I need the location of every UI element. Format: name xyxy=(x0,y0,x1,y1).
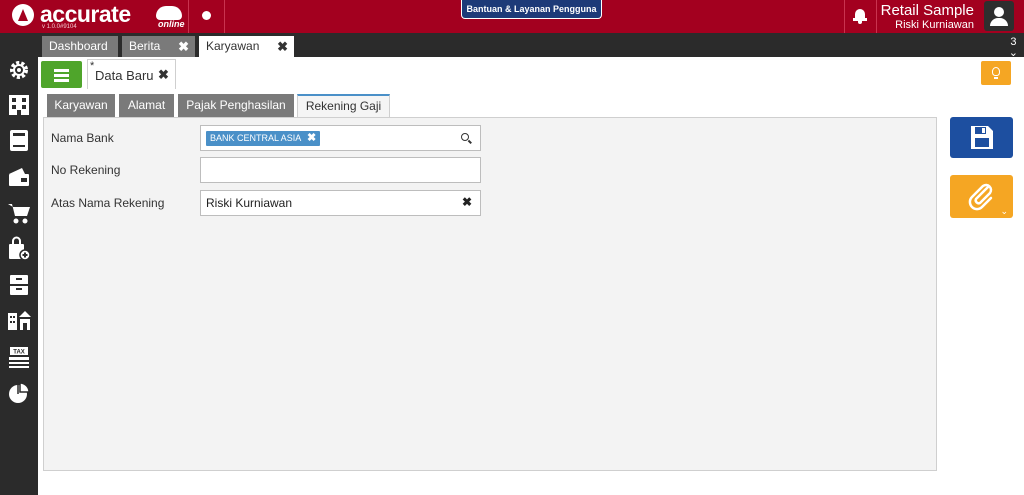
close-icon[interactable]: ✖ xyxy=(158,67,169,83)
shopping-bag-icon[interactable] xyxy=(6,236,32,262)
status-dot-icon[interactable] xyxy=(202,11,211,20)
archive-icon[interactable] xyxy=(6,272,32,298)
divider xyxy=(844,0,845,33)
attachment-button[interactable]: ⌄ xyxy=(950,175,1013,218)
close-icon[interactable]: ✖ xyxy=(277,36,288,57)
tax-icon[interactable]: TAX xyxy=(6,344,32,370)
document-tab-bar: Dashboard Berita ✖ Karyawan ✖ 3 ⌄ xyxy=(38,33,1024,59)
wallet-icon[interactable] xyxy=(6,163,32,189)
divider xyxy=(224,0,225,33)
form-tab-rekening-gaji[interactable]: Rekening Gaji xyxy=(297,94,390,118)
close-icon[interactable]: ✖ xyxy=(178,36,189,57)
form-panel xyxy=(43,117,937,471)
chevron-down-icon: ⌄ xyxy=(1000,206,1008,216)
app-version: v 1.0.0#9104 xyxy=(42,24,77,30)
sub-tab-label: Data Baru xyxy=(95,68,154,83)
floppy-disk-icon xyxy=(971,126,993,149)
tab-label: Karyawan xyxy=(206,39,260,53)
notification-bell-icon[interactable] xyxy=(853,8,867,24)
svg-text:TAX: TAX xyxy=(13,350,25,356)
form-tab-alamat[interactable]: Alamat xyxy=(119,94,174,117)
clear-icon[interactable]: ✖ xyxy=(462,195,472,209)
account-name-field[interactable]: Riski Kurniawan ✖ xyxy=(200,190,481,216)
ledger-icon[interactable] xyxy=(6,127,32,153)
building-icon[interactable] xyxy=(6,92,32,118)
tab-label: Berita xyxy=(129,39,161,53)
selected-bank-value: BANK CENTRAL ASIA xyxy=(210,133,302,143)
pie-chart-icon[interactable] xyxy=(6,380,32,406)
top-bar: accurate online v 1.0.0#9104 Bantuan & L… xyxy=(0,0,1024,33)
account-number-field[interactable] xyxy=(200,157,481,183)
form-tab-label: Alamat xyxy=(127,98,166,112)
tab-dashboard[interactable]: Dashboard xyxy=(42,36,118,57)
warehouse-icon[interactable] xyxy=(6,307,32,333)
cloud-icon xyxy=(156,6,182,20)
tab-karyawan[interactable]: Karyawan ✖ xyxy=(199,36,294,57)
company-info[interactable]: Retail Sample Riski Kurniawan xyxy=(880,2,974,32)
account-number-label: No Rekening xyxy=(51,163,121,177)
accurate-logo[interactable]: accurate online v 1.0.0#9104 xyxy=(10,1,185,32)
remove-chip-icon[interactable]: ✖ xyxy=(307,131,316,146)
form-tab-pajak-penghasilan[interactable]: Pajak Penghasilan xyxy=(178,94,294,117)
company-name: Retail Sample xyxy=(880,2,974,19)
account-name-value: Riski Kurniawan xyxy=(206,196,293,210)
divider xyxy=(876,0,877,33)
account-name-label: Atas Nama Rekening xyxy=(51,196,165,210)
user-name: Riski Kurniawan xyxy=(895,19,974,31)
help-support-button[interactable]: Bantuan & Layanan Pengguna xyxy=(461,0,602,19)
modified-marker: * xyxy=(90,60,95,72)
tab-count-dropdown[interactable]: 3 ⌄ xyxy=(1009,37,1018,59)
tab-label: Dashboard xyxy=(49,39,108,53)
form-tab-label: Pajak Penghasilan xyxy=(186,98,286,112)
logo-suffix: online xyxy=(158,19,185,29)
form-tab-label: Karyawan xyxy=(54,98,108,112)
divider xyxy=(188,0,189,33)
bank-select[interactable]: BANK CENTRAL ASIA ✖ xyxy=(200,125,481,151)
tips-button[interactable] xyxy=(981,61,1011,85)
lightbulb-icon xyxy=(992,67,1000,76)
cart-icon[interactable] xyxy=(6,200,32,226)
search-icon[interactable] xyxy=(461,133,472,144)
sidebar: TAX xyxy=(0,33,38,495)
form-tab-karyawan[interactable]: Karyawan xyxy=(47,94,115,117)
bank-label: Nama Bank xyxy=(51,131,114,145)
list-view-button[interactable] xyxy=(41,61,82,88)
sub-tab-data-baru[interactable]: * Data Baru ✖ xyxy=(87,59,176,89)
selected-bank-chip: BANK CENTRAL ASIA ✖ xyxy=(206,131,321,146)
user-avatar[interactable] xyxy=(984,1,1014,31)
tab-berita[interactable]: Berita ✖ xyxy=(122,36,195,57)
save-button[interactable] xyxy=(950,117,1013,158)
form-tab-label: Rekening Gaji xyxy=(305,99,382,113)
logo-mark-icon xyxy=(12,4,34,26)
chevron-down-icon: ⌄ xyxy=(1008,47,1018,59)
settings-icon[interactable] xyxy=(6,57,32,83)
